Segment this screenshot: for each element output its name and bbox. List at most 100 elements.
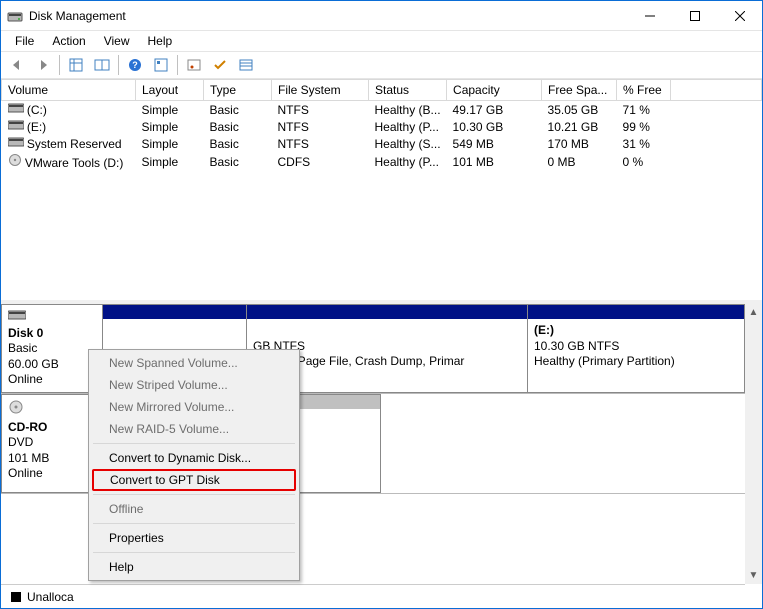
table-header-row: Volume Layout Type File System Status Ca… xyxy=(2,80,762,101)
back-button[interactable] xyxy=(5,53,29,77)
menu-properties[interactable]: Properties xyxy=(91,527,297,549)
volume-list-pane: Volume Layout Type File System Status Ca… xyxy=(1,79,762,304)
disk-type: Basic xyxy=(8,341,37,355)
disk-icon xyxy=(8,310,26,324)
menu-new-spanned: New Spanned Volume... xyxy=(91,352,297,374)
table-row[interactable]: (E:)SimpleBasicNTFSHealthy (P...10.30 GB… xyxy=(2,118,762,135)
cell-layout: Simple xyxy=(136,135,204,152)
col-layout[interactable]: Layout xyxy=(136,80,204,101)
cell-type: Basic xyxy=(204,101,272,119)
disk-icon xyxy=(8,103,24,117)
cdrom-icon xyxy=(8,404,24,418)
list-icon[interactable] xyxy=(234,53,258,77)
table-row[interactable]: VMware Tools (D:)SimpleBasicCDFSHealthy … xyxy=(2,152,762,171)
legend-item-unallocated: Unalloca xyxy=(11,590,74,604)
menu-help[interactable]: Help xyxy=(140,32,181,50)
disk-name: Disk 0 xyxy=(8,326,97,342)
menu-convert-dynamic[interactable]: Convert to Dynamic Disk... xyxy=(91,447,297,469)
cell-status: Healthy (P... xyxy=(369,118,447,135)
cell-capacity: 549 MB xyxy=(447,135,542,152)
check-icon[interactable] xyxy=(208,53,232,77)
minimize-button[interactable] xyxy=(627,1,672,30)
partition-status: Healthy (Primary Partition) xyxy=(534,354,675,368)
partition[interactable]: (E:) 10.30 GB NTFS Healthy (Primary Part… xyxy=(527,304,745,393)
toolbar-separator xyxy=(118,55,119,75)
window-title: Disk Management xyxy=(29,9,627,23)
menu-view[interactable]: View xyxy=(96,32,138,50)
menu-file[interactable]: File xyxy=(7,32,42,50)
cell-status: Healthy (B... xyxy=(369,101,447,119)
scroll-up-icon[interactable]: ▲ xyxy=(745,304,762,321)
disk-name: CD-RO xyxy=(8,420,96,436)
cell-pct: 31 % xyxy=(617,135,671,152)
volume-name: (C:) xyxy=(27,103,47,117)
toolbar-separator xyxy=(59,55,60,75)
col-pctfree[interactable]: % Free xyxy=(617,80,671,101)
partition-name: (E:) xyxy=(534,323,738,339)
disk-icon xyxy=(8,120,24,134)
cell-status: Healthy (P... xyxy=(369,152,447,171)
menu-separator xyxy=(93,523,295,524)
menu-convert-gpt[interactable]: Convert to GPT Disk xyxy=(92,469,296,491)
menu-help[interactable]: Help xyxy=(91,556,297,578)
partition-size: 10.30 GB NTFS xyxy=(534,339,619,353)
disk-icon xyxy=(8,137,24,151)
forward-button[interactable] xyxy=(31,53,55,77)
refresh-icon[interactable] xyxy=(149,53,173,77)
settings-icon[interactable] xyxy=(64,53,88,77)
volume-name: VMware Tools (D:) xyxy=(25,156,123,170)
view-icon[interactable] xyxy=(90,53,114,77)
cell-status: Healthy (S... xyxy=(369,135,447,152)
menu-new-mirrored: New Mirrored Volume... xyxy=(91,396,297,418)
app-icon xyxy=(7,8,23,24)
cell-capacity: 10.30 GB xyxy=(447,118,542,135)
cell-free: 0 MB xyxy=(542,152,617,171)
col-capacity[interactable]: Capacity xyxy=(447,80,542,101)
action-icon[interactable] xyxy=(182,53,206,77)
col-volume[interactable]: Volume xyxy=(2,80,136,101)
col-status[interactable]: Status xyxy=(369,80,447,101)
help-icon[interactable]: ? xyxy=(123,53,147,77)
window-controls xyxy=(627,1,762,30)
cell-free: 10.21 GB xyxy=(542,118,617,135)
table-row[interactable]: (C:)SimpleBasicNTFSHealthy (B...49.17 GB… xyxy=(2,101,762,119)
cell-capacity: 49.17 GB xyxy=(447,101,542,119)
window: Disk Management File Action View Help ? xyxy=(0,0,763,609)
col-blank[interactable] xyxy=(671,80,762,101)
volume-table[interactable]: Volume Layout Type File System Status Ca… xyxy=(1,79,762,171)
cell-type: Basic xyxy=(204,152,272,171)
cell-type: Basic xyxy=(204,118,272,135)
cell-free: 35.05 GB xyxy=(542,101,617,119)
partition-name xyxy=(253,323,521,339)
maximize-button[interactable] xyxy=(672,1,717,30)
menu-offline: Offline xyxy=(91,498,297,520)
cell-layout: Simple xyxy=(136,152,204,171)
cell-pct: 99 % xyxy=(617,118,671,135)
legend-swatch-icon xyxy=(11,592,21,602)
vertical-scrollbar[interactable]: ▲ ▼ xyxy=(745,304,762,584)
table-row[interactable]: System ReservedSimpleBasicNTFSHealthy (S… xyxy=(2,135,762,152)
cdrom-icon xyxy=(8,156,22,170)
disk-size: 60.00 GB xyxy=(8,357,59,371)
col-type[interactable]: Type xyxy=(204,80,272,101)
disk-size: 101 MB xyxy=(8,451,49,465)
toolbar: ? xyxy=(1,51,762,79)
context-menu: New Spanned Volume... New Striped Volume… xyxy=(88,349,300,581)
cell-fs: NTFS xyxy=(272,135,369,152)
partition-header xyxy=(103,305,246,319)
cell-pct: 71 % xyxy=(617,101,671,119)
disk-status: Online xyxy=(8,466,43,480)
menu-action[interactable]: Action xyxy=(44,32,93,50)
close-button[interactable] xyxy=(717,1,762,30)
col-filesystem[interactable]: File System xyxy=(272,80,369,101)
menu-separator xyxy=(93,552,295,553)
svg-text:?: ? xyxy=(132,60,138,70)
cell-type: Basic xyxy=(204,135,272,152)
cell-fs: NTFS xyxy=(272,118,369,135)
partition-header xyxy=(247,305,527,319)
scroll-down-icon[interactable]: ▼ xyxy=(745,567,762,584)
cell-capacity: 101 MB xyxy=(447,152,542,171)
toolbar-separator xyxy=(177,55,178,75)
col-freespace[interactable]: Free Spa... xyxy=(542,80,617,101)
titlebar: Disk Management xyxy=(1,1,762,31)
